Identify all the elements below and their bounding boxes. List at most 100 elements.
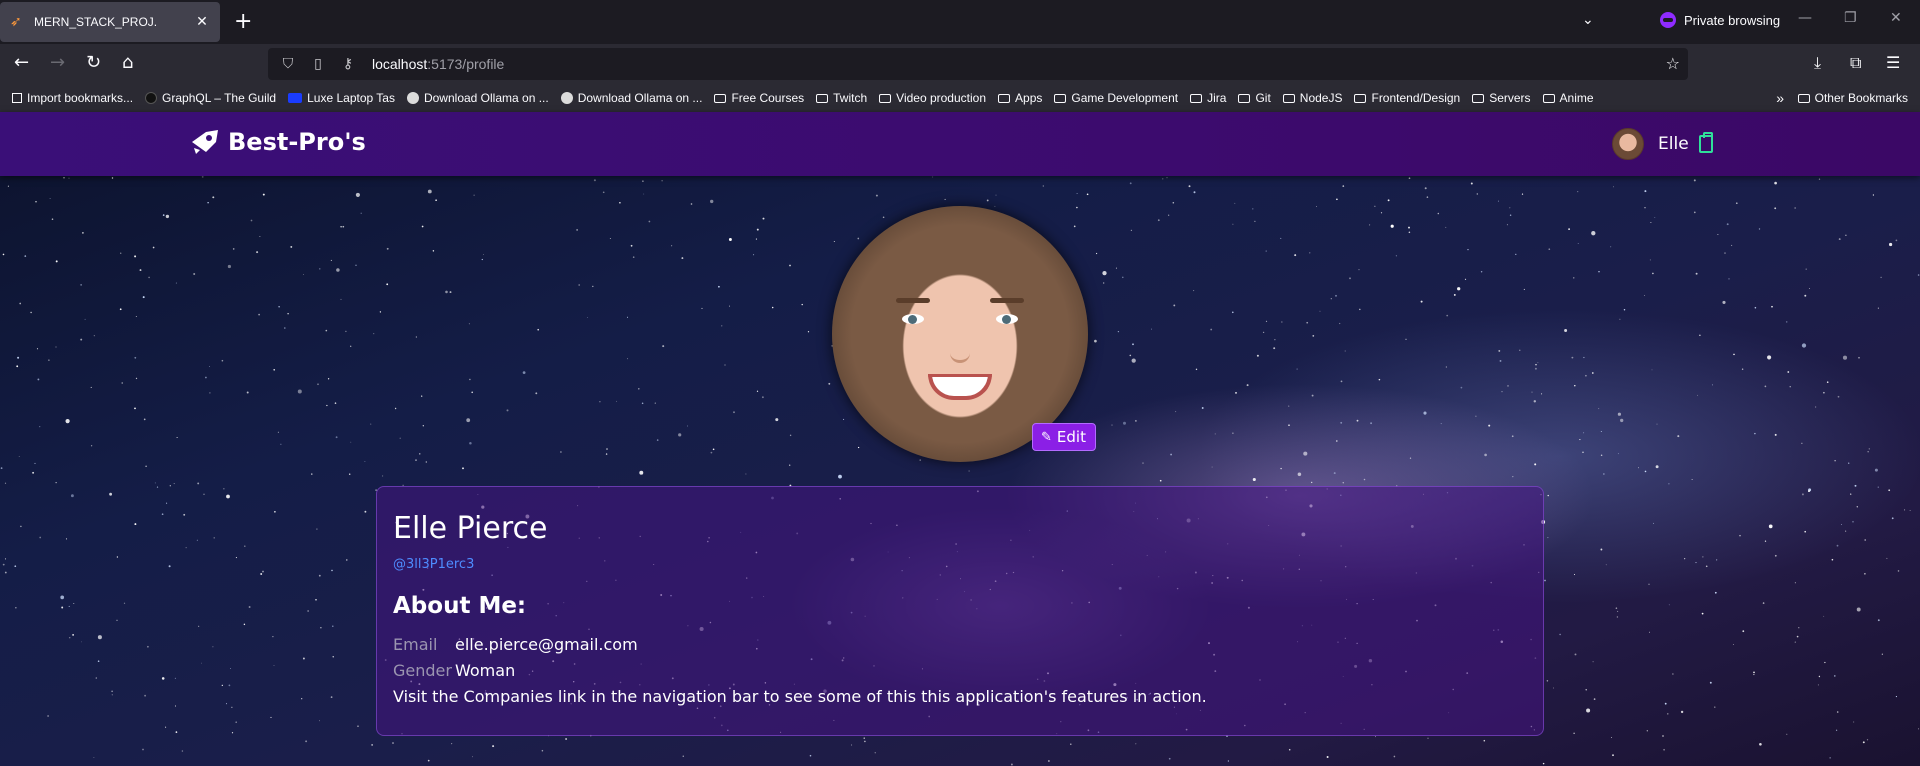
- bookmark-graphql[interactable]: GraphQL – The Guild: [145, 91, 276, 105]
- star: [1866, 739, 1869, 741]
- import-icon: [12, 93, 22, 103]
- star: [346, 559, 348, 561]
- star: [1586, 708, 1591, 713]
- star: [1722, 300, 1726, 304]
- star: [65, 419, 70, 424]
- bookmark-folder-anime[interactable]: Anime: [1542, 91, 1594, 105]
- site-icon: [560, 92, 573, 104]
- star: [111, 690, 113, 693]
- clipboard-check-icon[interactable]: [1698, 132, 1713, 153]
- extensions-icon[interactable]: ⧉: [1850, 53, 1861, 73]
- star: [682, 755, 684, 757]
- close-tab-icon[interactable]: ✕: [190, 14, 214, 30]
- minimize-window-icon[interactable]: —: [1798, 10, 1812, 26]
- bookmark-folder-gamedev[interactable]: Game Development: [1054, 91, 1178, 105]
- star: [1798, 627, 1800, 629]
- star: [1519, 349, 1521, 351]
- star: [1423, 411, 1427, 415]
- close-window-icon[interactable]: ✕: [1890, 10, 1902, 26]
- bookmark-folder-frontend[interactable]: Frontend/Design: [1354, 91, 1460, 105]
- bookmark-folder-free-courses[interactable]: Free Courses: [714, 91, 804, 105]
- star: [134, 523, 137, 526]
- menu-icon[interactable]: ☰: [1886, 53, 1900, 73]
- user-menu[interactable]: Elle: [1612, 128, 1713, 160]
- star: [207, 202, 209, 204]
- star: [1764, 385, 1767, 388]
- back-icon[interactable]: ←: [14, 53, 29, 73]
- other-bookmarks[interactable]: Other Bookmarks: [1797, 84, 1908, 112]
- bookmark-folder-jira[interactable]: Jira: [1190, 91, 1226, 105]
- star: [1856, 607, 1861, 612]
- bookmark-folder-apps[interactable]: Apps: [998, 91, 1042, 105]
- more-bookmarks-icon[interactable]: »: [1776, 90, 1784, 106]
- browser-tab[interactable]: ➶ MERN_STACK_PROJ. ✕: [0, 2, 220, 42]
- bookmark-folder-twitch[interactable]: Twitch: [816, 91, 867, 105]
- star: [72, 634, 74, 636]
- brand-link[interactable]: Best-Pro's: [190, 128, 366, 156]
- star: [1235, 392, 1237, 394]
- star: [1573, 732, 1575, 734]
- star: [319, 720, 321, 722]
- star: [1409, 457, 1412, 459]
- star: [370, 423, 372, 425]
- star: [1836, 544, 1839, 547]
- star: [327, 378, 330, 380]
- star: [1600, 431, 1602, 432]
- shield-icon[interactable]: ⛉: [278, 56, 298, 72]
- list-tabs-icon[interactable]: ⌄: [1582, 12, 1594, 28]
- bookmark-folder-video[interactable]: Video production: [879, 91, 986, 105]
- bookmark-ollama-2[interactable]: Download Ollama on ...: [560, 91, 702, 105]
- star: [1680, 710, 1684, 714]
- new-tab-button[interactable]: +: [234, 10, 252, 34]
- star: [701, 307, 703, 309]
- star: [145, 465, 147, 468]
- star: [173, 483, 175, 485]
- downloads-icon[interactable]: ⤓: [1814, 53, 1821, 73]
- restore-window-icon[interactable]: ❐: [1844, 10, 1857, 26]
- user-name[interactable]: Elle: [1658, 134, 1689, 154]
- star: [134, 407, 136, 410]
- url-bar[interactable]: ⛉ ▯ ⚷ localhost:5173/profile ☆: [268, 48, 1688, 80]
- star: [223, 488, 225, 490]
- reload-icon[interactable]: ↻: [86, 53, 101, 73]
- bookmark-folder-git[interactable]: Git: [1238, 91, 1271, 105]
- star: [165, 726, 167, 728]
- star: [1877, 307, 1879, 309]
- bookmark-star-icon[interactable]: ☆: [1666, 54, 1680, 73]
- star: [135, 377, 138, 380]
- profile-card: Elle Pierce @3ll3P1erc3 About Me: Email e…: [376, 486, 1544, 736]
- star: [34, 462, 36, 464]
- star: [1701, 612, 1704, 615]
- bookmark-import[interactable]: Import bookmarks...: [12, 91, 133, 105]
- star: [0, 467, 3, 469]
- star: [311, 473, 313, 475]
- star: [1306, 321, 1309, 324]
- star: [1453, 293, 1456, 296]
- star: [65, 538, 68, 540]
- bookmark-ollama-1[interactable]: Download Ollama on ...: [406, 91, 549, 105]
- star: [721, 325, 723, 327]
- star: [348, 473, 351, 475]
- star: [121, 382, 123, 384]
- star: [1405, 338, 1407, 340]
- forward-icon[interactable]: →: [50, 53, 65, 73]
- edit-profile-button[interactable]: ✎ Edit: [1032, 423, 1096, 451]
- star: [1446, 314, 1449, 317]
- star: [728, 238, 732, 241]
- rocket-logo-icon: [192, 130, 218, 154]
- star: [1837, 395, 1840, 398]
- star: [334, 402, 337, 404]
- page-icon[interactable]: ▯: [308, 56, 328, 72]
- key-icon[interactable]: ⚷: [338, 56, 358, 72]
- bookmark-folder-servers[interactable]: Servers: [1472, 91, 1531, 105]
- home-icon[interactable]: ⌂: [122, 53, 133, 73]
- url-text[interactable]: localhost:5173/profile: [372, 56, 504, 72]
- star: [1794, 641, 1796, 643]
- star: [1166, 177, 1168, 179]
- user-avatar[interactable]: [1612, 128, 1644, 160]
- star: [1592, 661, 1594, 663]
- star: [81, 641, 82, 643]
- bookmark-luxe[interactable]: Luxe Laptop Tas: [288, 91, 395, 105]
- site-icon: [288, 93, 303, 103]
- bookmark-folder-nodejs[interactable]: NodeJS: [1282, 91, 1342, 105]
